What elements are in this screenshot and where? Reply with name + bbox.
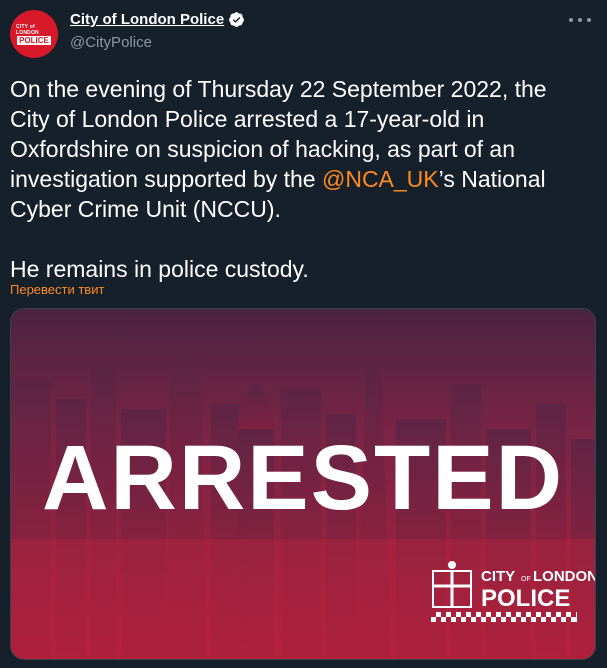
avatar[interactable]: CITY of LONDON POLICE: [10, 10, 58, 58]
author-name[interactable]: City of London Police: [70, 11, 224, 28]
checker-band: [431, 612, 577, 622]
arrested-headline: ARRESTED: [42, 427, 564, 529]
mention-link[interactable]: @NCA_UK: [322, 166, 439, 192]
logo-line1b: LONDON: [533, 568, 595, 585]
avatar-logo: CITY of LONDON POLICE: [16, 23, 52, 45]
logo-line1: CITY: [481, 568, 515, 585]
name-row: City of London Police: [70, 11, 245, 28]
avatar-top-text: CITY of LONDON: [16, 23, 39, 36]
more-options-icon[interactable]: [569, 16, 591, 24]
tweet-media-image[interactable]: ARRESTED CITY OF LONDON POLICE: [10, 308, 596, 660]
translate-tweet-link[interactable]: Перевести твит: [10, 282, 104, 297]
logo-line2: POLICE: [481, 585, 570, 612]
tweet-paragraph-2: He remains in police custody.: [10, 256, 309, 282]
dot: [587, 18, 591, 22]
avatar-police-text: POLICE: [17, 35, 51, 45]
tweet-text: On the evening of Thursday 22 September …: [10, 74, 590, 284]
dot: [569, 18, 573, 22]
arrested-graphic: ARRESTED CITY OF LONDON POLICE: [11, 309, 595, 659]
dot: [578, 18, 582, 22]
logo-of: OF: [521, 576, 531, 583]
tweet-header: CITY of LONDON POLICE City of London Pol…: [10, 10, 597, 60]
verified-badge-icon: [229, 12, 245, 27]
author-handle[interactable]: @CityPolice: [70, 34, 152, 51]
tweet-paragraph-1: On the evening of Thursday 22 September …: [10, 74, 590, 224]
